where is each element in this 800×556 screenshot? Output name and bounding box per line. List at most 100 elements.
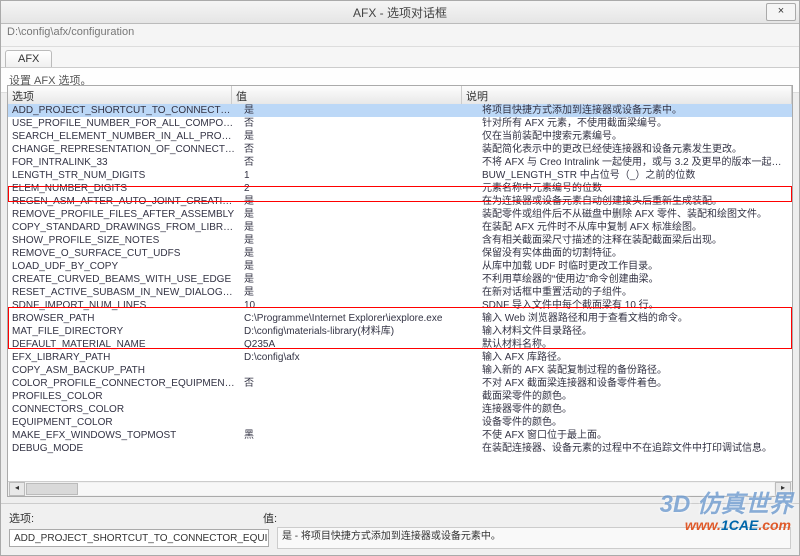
cell-value: 否 [240, 156, 478, 169]
cell-value: 否 [240, 377, 478, 390]
options-grid: 选项 值 说明 ADD_PROJECT_SHORTCUT_TO_CONNECTO… [7, 85, 793, 497]
cell-option: MAT_FILE_DIRECTORY [8, 325, 240, 338]
cell-option: LENGTH_STR_NUM_DIGITS [8, 169, 240, 182]
table-row[interactable]: EFX_LIBRARY_PATH D:\config\afx 输入 AFX 库路… [8, 351, 792, 364]
cell-option: REMOVE_PROFILE_FILES_AFTER_ASSEMBLY [8, 208, 240, 221]
table-row[interactable]: CONNECTORS_COLOR 连接器零件的颜色。 [8, 403, 792, 416]
cell-value: 是 [240, 286, 478, 299]
titlebar: AFX - 选项对话框 × [1, 1, 799, 24]
cell-value [240, 364, 478, 377]
cell-option: PROFILES_COLOR [8, 390, 240, 403]
cell-value: 否 [240, 117, 478, 130]
cell-desc: 在装配 AFX 元件时不从库中复制 AFX 标准绘图。 [478, 221, 792, 234]
table-row[interactable]: EQUIPMENT_COLOR 设备零件的颜色。 [8, 416, 792, 429]
tab-strip: AFX [1, 47, 799, 68]
table-row[interactable]: PROFILES_COLOR 截面梁零件的颜色。 [8, 390, 792, 403]
cell-value: 是 [240, 195, 478, 208]
cell-value [240, 416, 478, 429]
table-row[interactable]: BROWSER_PATH C:\Programme\Internet Explo… [8, 312, 792, 325]
cell-value [240, 390, 478, 403]
cell-desc: BUW_LENGTH_STR 中占位号（_）之前的位数 [478, 169, 792, 182]
header-desc[interactable]: 说明 [462, 86, 792, 104]
footer-label-option: 选项: [9, 510, 57, 526]
table-row[interactable]: ADD_PROJECT_SHORTCUT_TO_CONNECTOR_EQUIPM… [8, 104, 792, 117]
header-option[interactable]: 选项 [8, 86, 232, 104]
table-row[interactable]: REMOVE_O_SURFACE_CUT_UDFS 是 保留没有实体曲面的切割特… [8, 247, 792, 260]
cell-desc: 设备零件的颜色。 [478, 416, 792, 429]
table-row[interactable]: REMOVE_PROFILE_FILES_AFTER_ASSEMBLY 是 装配… [8, 208, 792, 221]
table-row[interactable]: SDNF_IMPORT_NUM_LINES 10 SDNF 导入文件中每个截面梁… [8, 299, 792, 312]
cell-option: REMOVE_O_SURFACE_CUT_UDFS [8, 247, 240, 260]
grid-body[interactable]: ADD_PROJECT_SHORTCUT_TO_CONNECTOR_EQUIPM… [8, 104, 792, 482]
path-bar: D:\config\afx/configuration [1, 24, 799, 47]
cell-value: 2 [240, 182, 478, 195]
table-row[interactable]: CREATE_CURVED_BEAMS_WITH_USE_EDGE 是 不利用草… [8, 273, 792, 286]
table-row[interactable]: CHANGE_REPRESENTATION_OF_CONNECTOR_EQUIP… [8, 143, 792, 156]
cell-desc: 输入 AFX 库路径。 [478, 351, 792, 364]
cell-desc: 输入 Web 浏览器路径和用于查看文档的命令。 [478, 312, 792, 325]
table-row[interactable]: MAT_FILE_DIRECTORY D:\config\materials-l… [8, 325, 792, 338]
table-row[interactable]: REGEN_ASM_AFTER_AUTO_JOINT_CREATION 是 在为… [8, 195, 792, 208]
scroll-left-button[interactable]: ◂ [9, 482, 25, 496]
table-row[interactable]: RESET_ACTIVE_SUBASM_IN_NEW_DIALOG_BOX 是 … [8, 286, 792, 299]
table-row[interactable]: DEFAULT_MATERIAL_NAME Q235A 默认材料名称。 [8, 338, 792, 351]
cell-desc: 连接器零件的颜色。 [478, 403, 792, 416]
cell-value: 1 [240, 169, 478, 182]
cell-option: REGEN_ASM_AFTER_AUTO_JOINT_CREATION [8, 195, 240, 208]
cell-desc: 在为连接器或设备元素自动创建接头后重新生成装配。 [478, 195, 792, 208]
table-row[interactable]: MAKE_EFX_WINDOWS_TOPMOST 黑 不使 AFX 窗口位于最上… [8, 429, 792, 442]
cell-desc: SDNF 导入文件中每个截面梁有 10 行。 [478, 299, 792, 312]
cell-desc: 不使 AFX 窗口位于最上面。 [478, 429, 792, 442]
close-button[interactable]: × [766, 3, 796, 21]
table-row[interactable]: COPY_ASM_BACKUP_PATH 输入新的 AFX 装配复制过程的备份路… [8, 364, 792, 377]
scroll-thumb[interactable] [26, 483, 78, 495]
cell-value: D:\config\materials-library(材料库) [240, 325, 478, 338]
table-row[interactable]: ELEM_NUMBER_DIGITS 2 元素名称中元素编号的位数 [8, 182, 792, 195]
cell-desc: 元素名称中元素编号的位数 [478, 182, 792, 195]
cell-desc: 默认材料名称。 [478, 338, 792, 351]
cell-value [240, 442, 478, 455]
table-row[interactable]: LOAD_UDF_BY_COPY 是 从库中加载 UDF 时临时更改工作目录。 [8, 260, 792, 273]
cell-value: 是 [240, 221, 478, 234]
tab-afx[interactable]: AFX [5, 50, 52, 67]
table-row[interactable]: SHOW_PROFILE_SIZE_NOTES 是 含有相关截面梁尺寸描述的注释… [8, 234, 792, 247]
cell-option: EFX_LIBRARY_PATH [8, 351, 240, 364]
cell-value: C:\Programme\Internet Explorer\iexplore.… [240, 312, 478, 325]
cell-value: 是 [240, 234, 478, 247]
cell-value: 是 [240, 260, 478, 273]
cell-option: RESET_ACTIVE_SUBASM_IN_NEW_DIALOG_BOX [8, 286, 240, 299]
table-row[interactable]: LENGTH_STR_NUM_DIGITS 1 BUW_LENGTH_STR 中… [8, 169, 792, 182]
table-row[interactable]: USE_PROFILE_NUMBER_FOR_ALL_COMPONENT_NAM… [8, 117, 792, 130]
table-row[interactable]: FOR_INTRALINK_33 否 不将 AFX 与 Creo Intrali… [8, 156, 792, 169]
cell-desc: 在装配连接器、设备元素的过程中不在追踪文件中打印调试信息。 [478, 442, 792, 455]
cell-desc: 装配零件或组件后不从磁盘中删除 AFX 零件、装配和绘图文件。 [478, 208, 792, 221]
cell-desc: 针对所有 AFX 元素，不使用截面梁编号。 [478, 117, 792, 130]
cell-option: CHANGE_REPRESENTATION_OF_CONNECTOR_EQUIP… [8, 143, 240, 156]
cell-value: 10 [240, 299, 478, 312]
cell-desc: 在新对话框中重置活动的子组件。 [478, 286, 792, 299]
cell-desc: 保留没有实体曲面的切割特征。 [478, 247, 792, 260]
cell-option: BROWSER_PATH [8, 312, 240, 325]
cell-desc: 输入材料文件目录路径。 [478, 325, 792, 338]
table-row[interactable]: SEARCH_ELEMENT_NUMBER_IN_ALL_PROJECT_ASS… [8, 130, 792, 143]
cell-option: FOR_INTRALINK_33 [8, 156, 240, 169]
cell-option: SDNF_IMPORT_NUM_LINES [8, 299, 240, 312]
cell-option: COPY_ASM_BACKUP_PATH [8, 364, 240, 377]
cell-value: 是 [240, 208, 478, 221]
cell-option: CREATE_CURVED_BEAMS_WITH_USE_EDGE [8, 273, 240, 286]
table-row[interactable]: DEBUG_MODE 在装配连接器、设备元素的过程中不在追踪文件中打印调试信息。 [8, 442, 792, 455]
table-row[interactable]: COLOR_PROFILE_CONNECTOR_EQUIPMENT_PARTS … [8, 377, 792, 390]
cell-option: USE_PROFILE_NUMBER_FOR_ALL_COMPONENT_NAM… [8, 117, 240, 130]
table-row[interactable]: COPY_STANDARD_DRAWINGS_FROM_LIBRARY 是 在装… [8, 221, 792, 234]
footer-option-input[interactable]: ADD_PROJECT_SHORTCUT_TO_CONNECTOR_EQUIPM… [9, 529, 269, 547]
header-value[interactable]: 值 [232, 86, 462, 104]
cell-option: LOAD_UDF_BY_COPY [8, 260, 240, 273]
cell-value [240, 403, 478, 416]
cell-value: 是 [240, 130, 478, 143]
cell-desc: 不利用草绘器的“使用边”命令创建曲梁。 [478, 273, 792, 286]
cell-desc: 截面梁零件的颜色。 [478, 390, 792, 403]
cell-option: COLOR_PROFILE_CONNECTOR_EQUIPMENT_PARTS [8, 377, 240, 390]
watermark-bottom: www.1CAE.com [685, 517, 791, 533]
cell-desc: 仅在当前装配中搜索元素编号。 [478, 130, 792, 143]
cell-value: 黑 [240, 429, 478, 442]
